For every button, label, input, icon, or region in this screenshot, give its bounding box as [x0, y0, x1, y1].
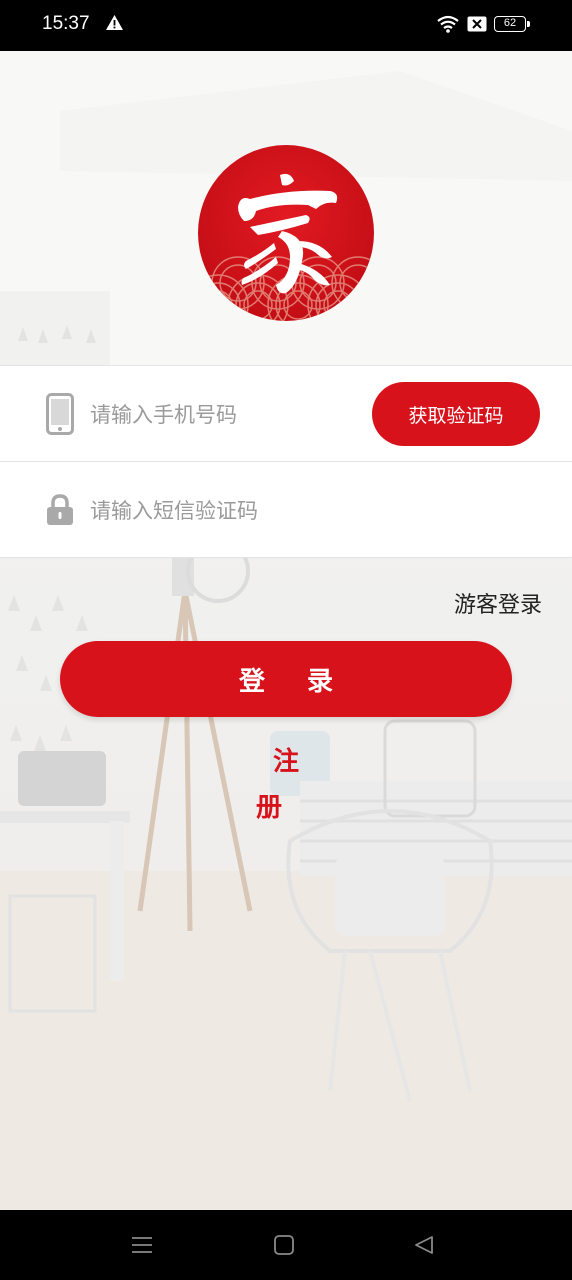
menu-icon[interactable] [131, 1234, 153, 1260]
wifi-icon [436, 14, 460, 38]
guest-login-link[interactable]: 游客登录 [454, 587, 542, 619]
warning-icon [105, 14, 124, 35]
lock-icon [46, 494, 74, 530]
get-code-button[interactable]: 获取验证码 [372, 382, 540, 446]
battery-icon: 62 [494, 16, 530, 32]
logo-jia-icon [198, 145, 374, 321]
home-icon[interactable] [273, 1234, 295, 1260]
sms-code-input[interactable] [88, 490, 362, 532]
back-icon[interactable] [413, 1234, 435, 1260]
navigation-bar [0, 1210, 572, 1280]
phone-icon [46, 393, 74, 439]
login-button[interactable]: 登录 [60, 641, 512, 717]
phone-row: 获取验证码 [0, 365, 572, 461]
code-row [0, 461, 572, 558]
register-link[interactable]: 注册 [230, 739, 342, 823]
login-screen: 获取验证码 游客登录 登录 注册 [0, 51, 572, 1210]
phone-input[interactable] [88, 394, 362, 436]
sim-blocked-icon [467, 16, 487, 36]
status-time: 15:37 [42, 13, 90, 34]
status-bar: 15:37 62 [0, 0, 572, 51]
